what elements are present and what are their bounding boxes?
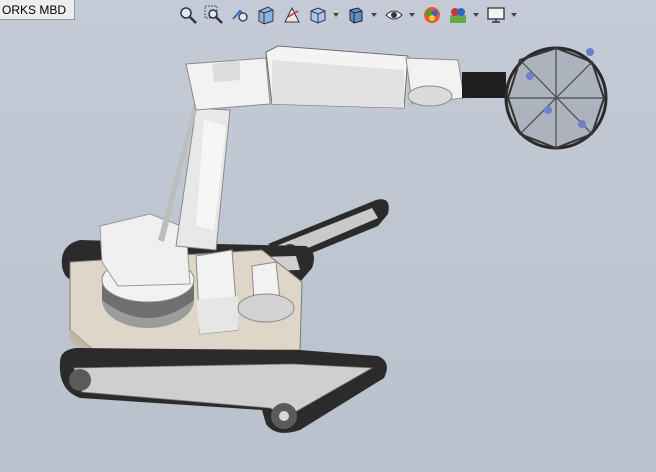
wrist-joint [405, 57, 506, 107]
previous-view-icon[interactable] [228, 3, 252, 27]
heads-up-view-toolbar [176, 2, 522, 28]
hide-show-items-icon[interactable] [382, 3, 406, 27]
chevron-down-icon[interactable] [332, 3, 340, 27]
arm-upper [265, 45, 409, 109]
zoom-to-area-icon[interactable] [202, 3, 226, 27]
track-front-left [59, 348, 387, 433]
display-style-icon[interactable] [344, 3, 368, 27]
tab-label: ORKS MBD [2, 3, 67, 17]
view-settings-icon[interactable] [484, 3, 508, 27]
zoom-to-fit-icon[interactable] [176, 3, 200, 27]
chevron-down-icon[interactable] [472, 3, 480, 27]
dynamic-annotation-icon[interactable] [280, 3, 304, 27]
apply-scene-icon[interactable] [446, 3, 470, 27]
chevron-down-icon[interactable] [408, 3, 416, 27]
robot-model [59, 45, 608, 433]
elbow-joint [185, 57, 271, 111]
edit-appearance-icon[interactable] [420, 3, 444, 27]
section-view-icon[interactable] [254, 3, 278, 27]
chevron-down-icon[interactable] [370, 3, 378, 27]
view-orientation-icon[interactable] [306, 3, 330, 27]
tab-mbd[interactable]: ORKS MBD [0, 0, 76, 20]
gripper-sphere [504, 46, 608, 150]
chevron-down-icon[interactable] [510, 3, 518, 27]
graphics-viewport[interactable] [0, 0, 656, 472]
